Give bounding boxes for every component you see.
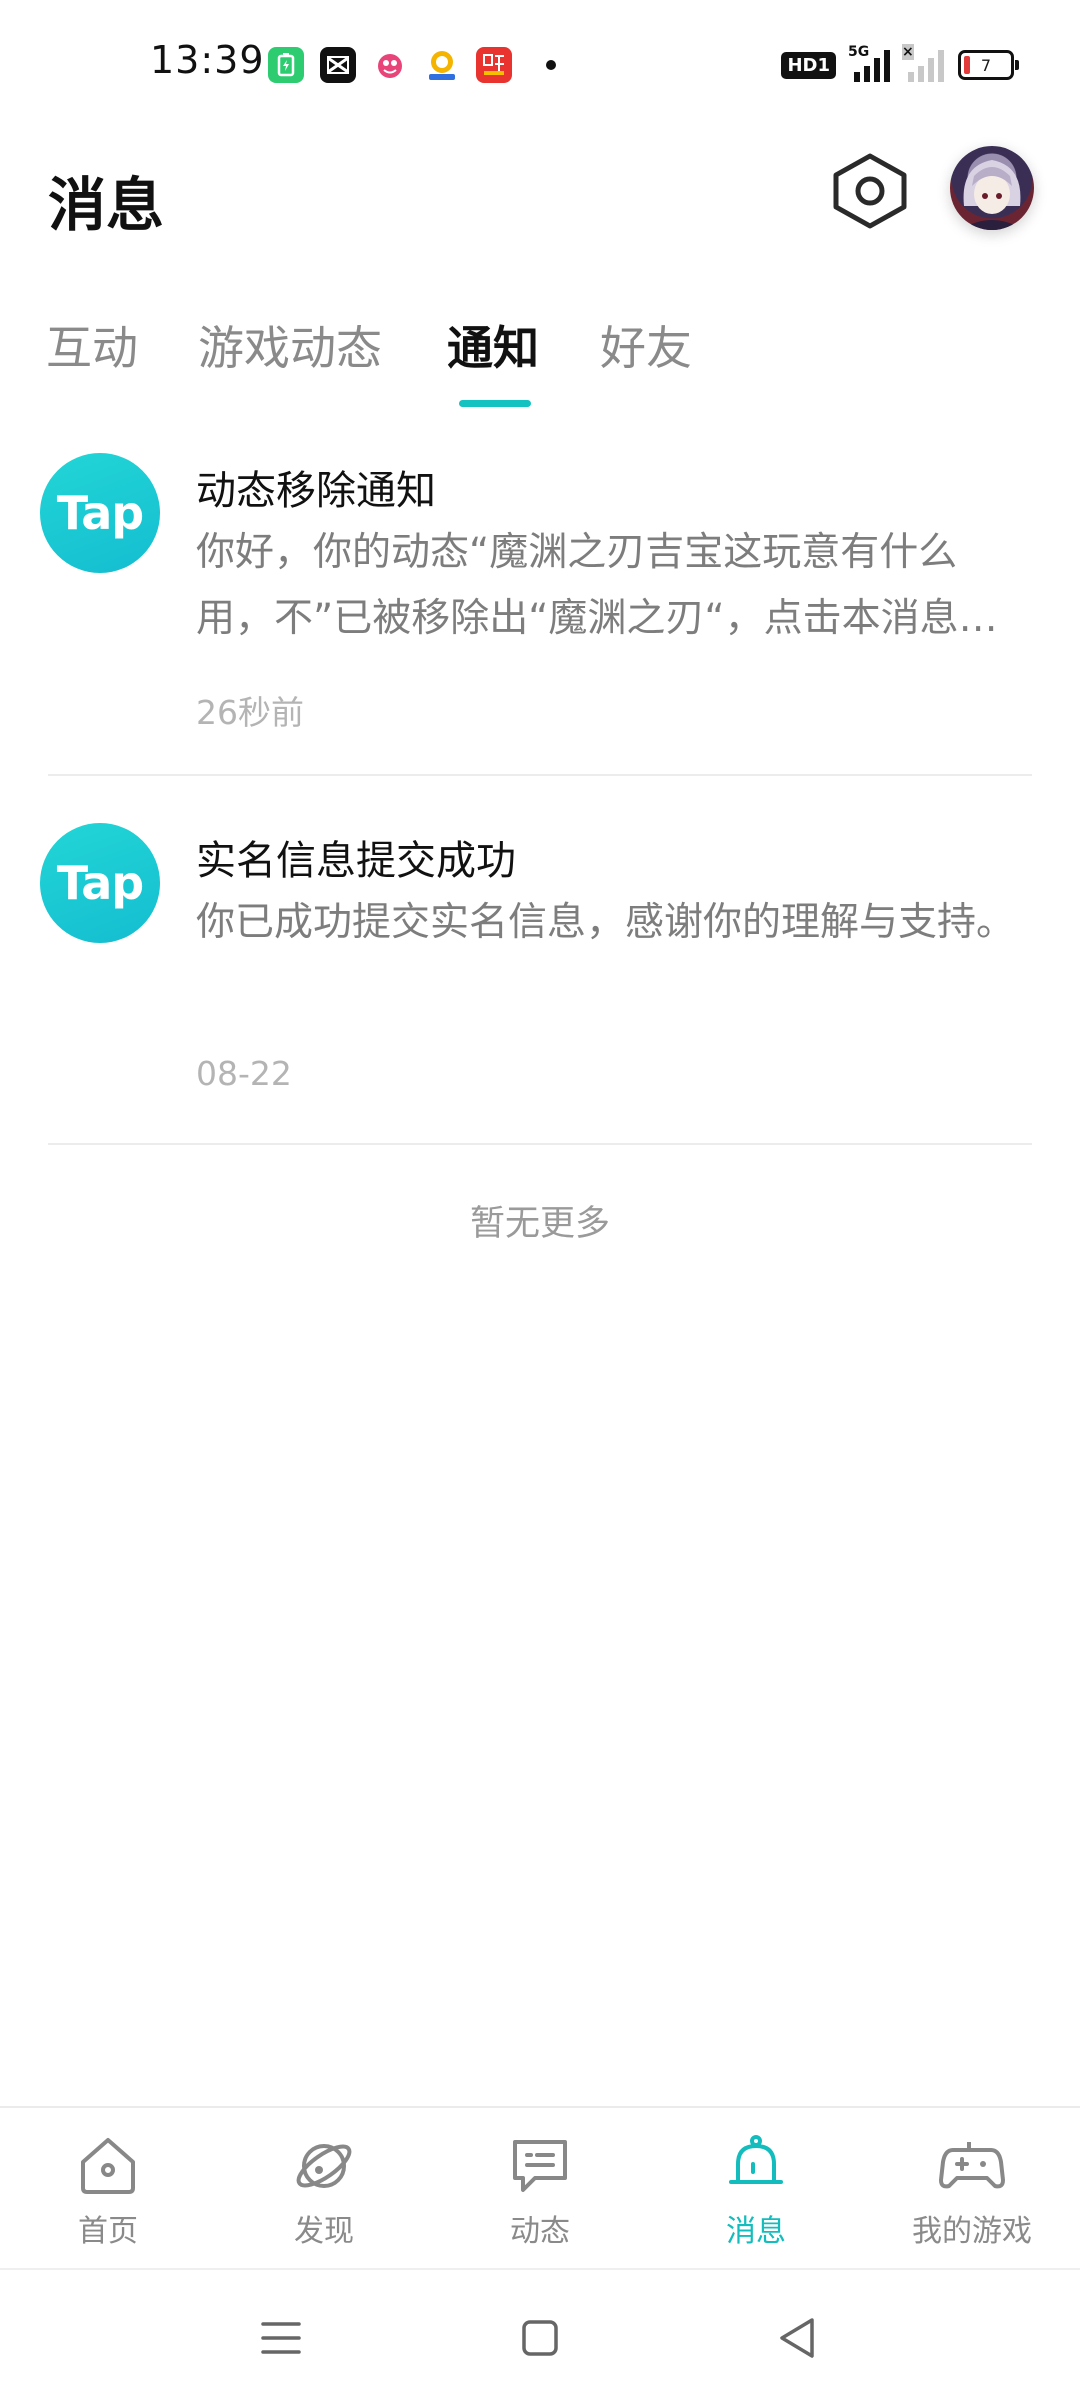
back-triangle-icon: [780, 2318, 814, 2358]
chat-bubble-icon: [513, 2140, 567, 2192]
menu-button[interactable]: [253, 2310, 309, 2366]
active-tab-indicator: [459, 400, 531, 407]
message-body: 你已成功提交实名信息，感谢你的理解与支持。: [196, 900, 1016, 945]
status-time: 13:39: [150, 38, 265, 82]
status-bar: 13:39 HD1 5G × 7: [0, 0, 1080, 136]
wallet-app-icon: [424, 47, 460, 83]
menu-icon: [261, 2322, 301, 2354]
battery-icon: 7: [958, 50, 1019, 80]
nav-discover[interactable]: 发现: [216, 2132, 432, 2250]
more-notifications-dot: [546, 60, 556, 70]
avatar-anime-icon: [960, 160, 1024, 230]
bell-icon: [729, 2135, 783, 2184]
planet-icon: [296, 2144, 352, 2188]
nav-my-games[interactable]: 我的游戏: [864, 2132, 1080, 2250]
tab-notifications[interactable]: 通知: [447, 312, 539, 378]
message-title: 实名信息提交成功: [196, 838, 516, 884]
home-icon: [81, 2138, 135, 2194]
settings-hexagon-icon: [833, 153, 907, 229]
listen-app-icon: [476, 47, 512, 83]
nav-label: 我的游戏: [912, 2214, 1032, 2249]
no-more-label: 暂无更多: [469, 1204, 610, 1244]
signal-5g-icon: 5G: [848, 44, 890, 82]
divider: [48, 774, 1032, 776]
system-nav-bar: [0, 2268, 1080, 2402]
capcut-icon: [320, 47, 356, 83]
app-icon: [372, 47, 408, 83]
system-icons: HD1 5G × 7: [781, 44, 1019, 82]
tab-bar: 互动 游戏动态 通知 好友: [0, 300, 1080, 410]
nav-label: 首页: [78, 2214, 138, 2249]
message-title: 动态移除通知: [196, 468, 436, 514]
tab-game-updates[interactable]: 游戏动态: [198, 312, 382, 378]
nav-label: 发现: [294, 2214, 354, 2249]
home-system-button[interactable]: [512, 2310, 568, 2366]
signal-no-service-icon: ×: [902, 44, 944, 82]
message-time: 08-22: [196, 1054, 292, 1093]
message-time: 26秒前: [196, 693, 304, 732]
page-title: 消息: [48, 171, 165, 239]
message-body: 你好，你的动态“魔渊之刃吉宝这玩意有什么用，不”已被移除出“魔渊之刃“，点击本消…: [196, 530, 998, 641]
tap-logo-icon: Tap: [40, 823, 160, 943]
tab-friends[interactable]: 好友: [600, 312, 692, 378]
gamepad-icon: [939, 2142, 1005, 2189]
tab-interaction[interactable]: 互动: [46, 312, 138, 378]
notification-icons: [268, 47, 556, 83]
nav-label: 消息: [726, 2214, 786, 2249]
nav-label: 动态: [510, 2214, 570, 2249]
tap-logo-icon: Tap: [40, 453, 160, 573]
hd-voice-icon: HD1: [781, 51, 836, 79]
bottom-nav: 首页 发现 动态 消息 我的游戏: [0, 2106, 1080, 2268]
settings-button[interactable]: [832, 150, 908, 230]
nav-home[interactable]: 首页: [0, 2132, 216, 2250]
nav-feed[interactable]: 动态: [432, 2132, 648, 2250]
back-button[interactable]: [770, 2310, 826, 2366]
square-home-icon: [522, 2320, 558, 2356]
nav-messages[interactable]: 消息: [648, 2132, 864, 2250]
user-avatar[interactable]: [950, 146, 1034, 230]
battery-charging-icon: [268, 47, 304, 83]
divider: [48, 1143, 1032, 1145]
